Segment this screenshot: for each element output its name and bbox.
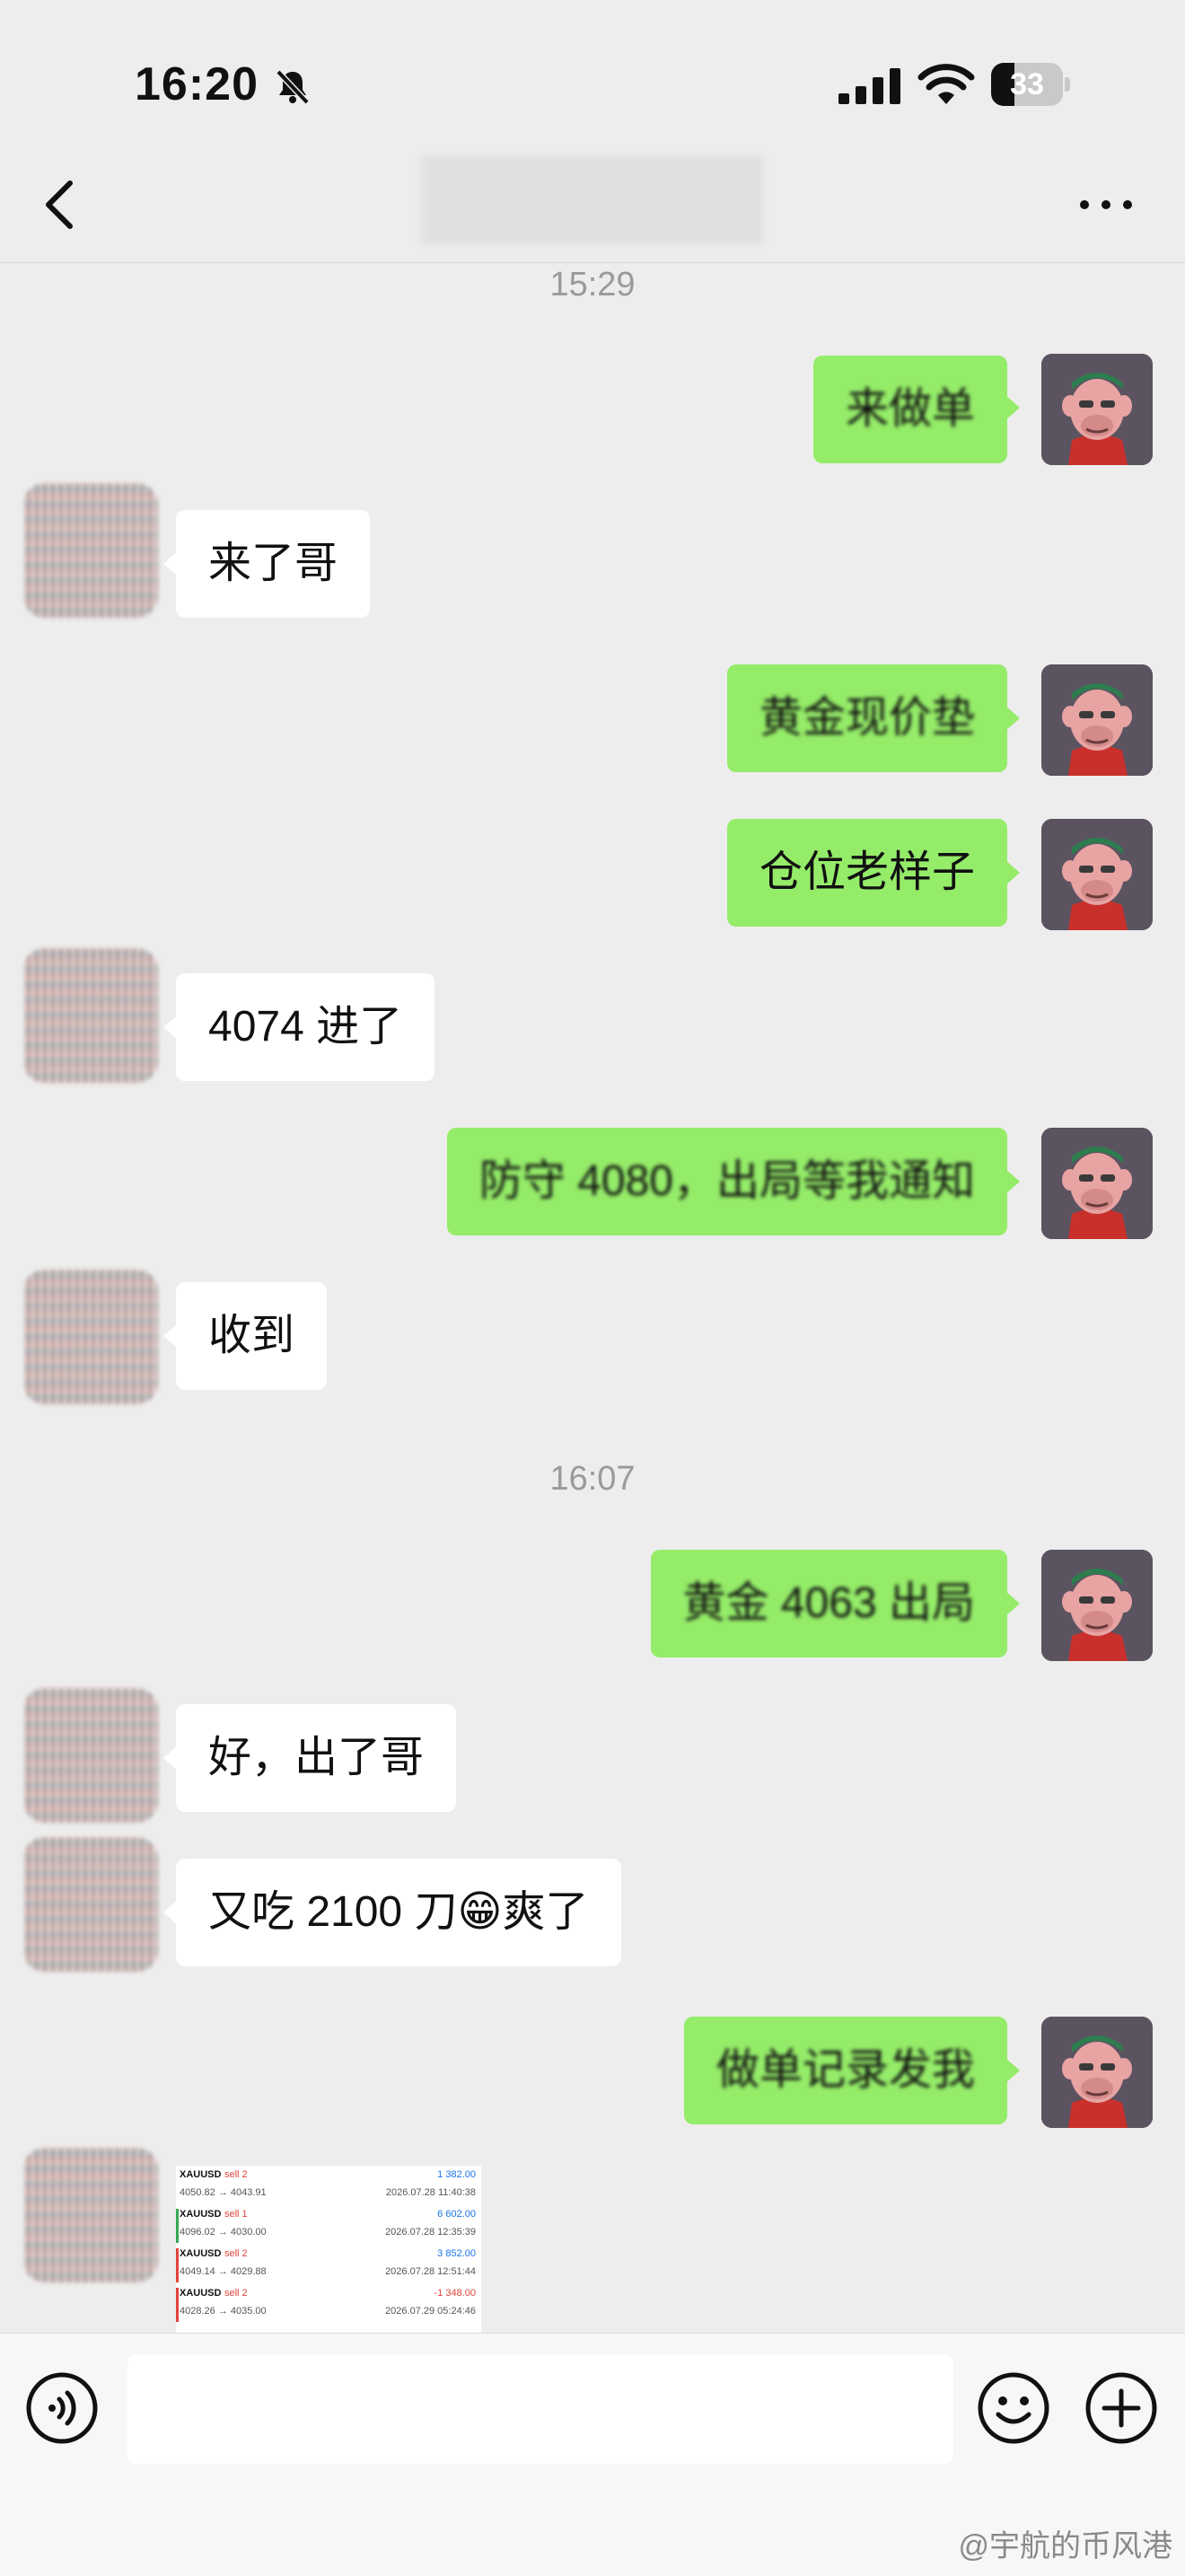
ape-avatar-icon (1041, 2017, 1153, 2128)
self-avatar[interactable] (1041, 1550, 1153, 1661)
contact-avatar[interactable] (23, 1688, 158, 1823)
more-horizontal-icon[interactable] (1077, 194, 1135, 215)
trade-row-marker (176, 2248, 179, 2282)
trade-row: XAUUSD sell 2 -1 348.00 4028.26 → 4035.0… (176, 2284, 481, 2324)
ape-avatar-icon (1041, 664, 1153, 776)
watermark: @宇航的币风港 (958, 2529, 1172, 2563)
chat-title (422, 153, 763, 242)
plus-icon[interactable] (1084, 2371, 1158, 2445)
trade-row-marker (176, 2288, 179, 2322)
timestamp: 15:29 (549, 266, 636, 303)
ape-avatar-icon (1041, 354, 1153, 465)
message-bubble-received[interactable]: 收到 (176, 1282, 328, 1390)
grinning-emoji: 😁 (457, 1888, 503, 1936)
trade-row-marker (176, 2169, 179, 2203)
message-bubble-sent[interactable]: 做单记录发我 (683, 2017, 1007, 2124)
message-bubble-sent[interactable]: 黄金现价垫 (726, 664, 1007, 772)
contact-avatar[interactable] (23, 948, 158, 1083)
self-avatar[interactable] (1041, 664, 1153, 776)
emoji-icon[interactable] (977, 2371, 1050, 2445)
message-bubble-sent[interactable]: 黄金 4063 出局 (650, 1550, 1007, 1657)
message-bubble-sent[interactable]: 防守 4080，出局等我通知 (446, 1128, 1007, 1235)
message-input[interactable] (127, 2354, 953, 2464)
status-time: 16:20 (135, 58, 259, 110)
ape-avatar-icon (1041, 1128, 1153, 1239)
message-bubble-received[interactable]: 又吃 2100 刀😁爽了 (176, 1859, 621, 1966)
message-bubble-received[interactable]: 4074 进了 (176, 973, 435, 1081)
contact-avatar[interactable] (23, 1270, 158, 1404)
contact-avatar[interactable] (23, 1837, 158, 1972)
wifi-icon (917, 64, 975, 104)
trade-row: XAUUSD sell 2 1 382.00 4050.82 → 4043.91… (176, 2166, 481, 2205)
voice-icon[interactable] (25, 2371, 99, 2445)
message-bubble-received[interactable]: 来了哥 (176, 510, 371, 618)
cellular-signal-icon (838, 68, 900, 104)
chevron-left-icon[interactable] (41, 178, 77, 232)
battery-indicator: 33 (991, 63, 1070, 106)
message-bubble-sent[interactable]: 来做单 (812, 356, 1007, 463)
contact-avatar[interactable] (23, 483, 158, 618)
self-avatar[interactable] (1041, 354, 1153, 465)
self-avatar[interactable] (1041, 819, 1153, 930)
contact-avatar[interactable] (23, 2148, 158, 2282)
trade-record-image[interactable]: XAUUSD sell 2 1 382.00 4050.82 → 4043.91… (176, 2166, 481, 2333)
nav-divider (0, 262, 1185, 263)
trade-row: XAUUSD sell 1 6 602.00 4096.02 → 4030.00… (176, 2205, 481, 2245)
bell-muted-icon (276, 69, 310, 105)
self-avatar[interactable] (1041, 2017, 1153, 2128)
message-bubble-received[interactable]: 好，出了哥 (176, 1704, 457, 1812)
trade-row: XAUUSD sell 2 3 852.00 4049.14 → 4029.88… (176, 2245, 481, 2284)
ape-avatar-icon (1041, 1550, 1153, 1661)
ape-avatar-icon (1041, 819, 1153, 930)
trade-row-marker (176, 2209, 179, 2243)
self-avatar[interactable] (1041, 1128, 1153, 1239)
timestamp: 16:07 (549, 1460, 636, 1498)
message-bubble-sent[interactable]: 仓位老样子 (726, 819, 1007, 927)
battery-level: 33 (1010, 67, 1044, 101)
